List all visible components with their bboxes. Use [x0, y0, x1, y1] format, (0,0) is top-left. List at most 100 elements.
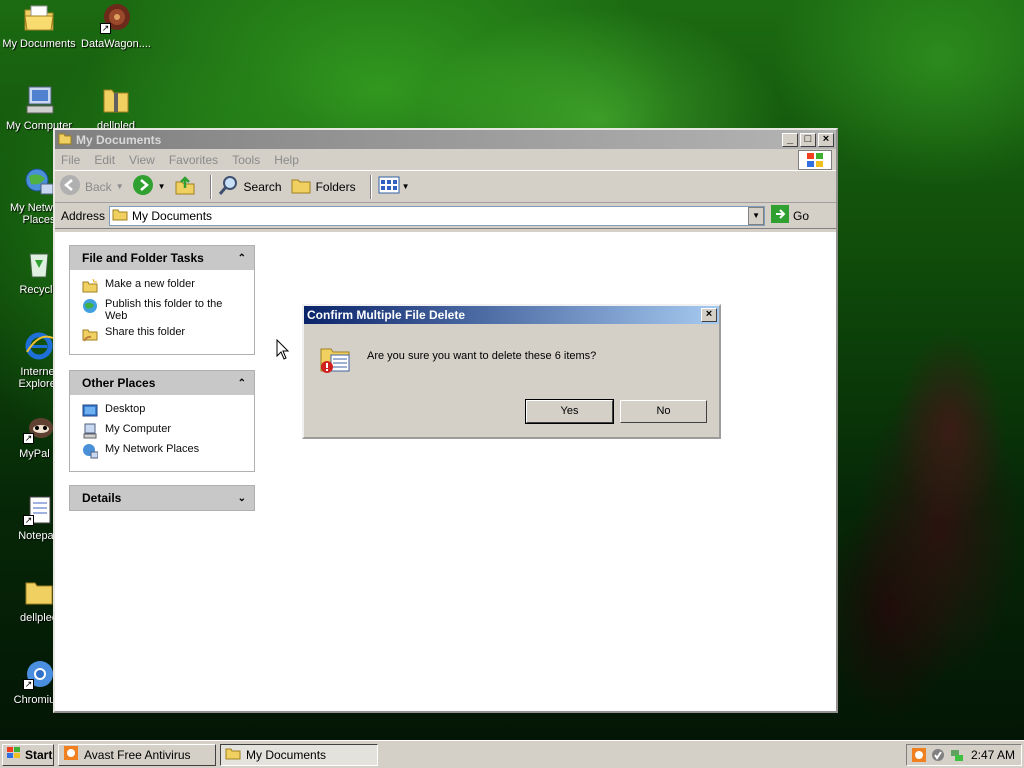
- address-input[interactable]: My Documents ▼: [109, 205, 766, 226]
- my-network-places-link[interactable]: My Network Places: [82, 443, 244, 459]
- back-arrow-icon: [59, 174, 81, 199]
- no-button[interactable]: No: [620, 400, 707, 423]
- network-tray-icon[interactable]: [949, 747, 965, 763]
- desktop-icon-dellpled-top[interactable]: dellpled: [78, 84, 154, 132]
- toolbar: Back ▼ ▼ Search Folders ▼: [55, 171, 836, 203]
- other-places-panel: Other Places ⌃ Desktop My Computer My Ne…: [69, 370, 255, 472]
- folders-icon: [290, 174, 312, 199]
- publish-folder-link[interactable]: Publish this folder to the Web: [82, 298, 244, 322]
- window-titlebar[interactable]: My Documents _ □ ×: [55, 130, 836, 149]
- forward-dropdown-icon[interactable]: ▼: [158, 182, 166, 191]
- folder-documents-small-icon: [112, 207, 128, 224]
- share-folder-link[interactable]: Share this folder: [82, 326, 244, 342]
- folder-taskbar-icon: [225, 745, 241, 764]
- taskbar: Start Avast Free Antivirus My Documents …: [0, 740, 1024, 768]
- address-label: Address: [61, 208, 106, 223]
- address-bar: Address My Documents ▼ Go: [55, 203, 836, 229]
- new-folder-icon: [82, 278, 98, 294]
- menu-bar: File Edit View Favorites Tools Help: [55, 149, 836, 171]
- shortcut-arrow-icon: ↗: [23, 515, 34, 526]
- system-tray: 2:47 AM: [906, 743, 1022, 766]
- details-panel-header[interactable]: Details ⌄: [70, 486, 254, 510]
- up-folder-icon: [174, 174, 196, 199]
- collapse-chevron-icon[interactable]: ⌃: [238, 253, 246, 264]
- address-value: My Documents: [132, 208, 213, 223]
- views-dropdown-icon: ▼: [401, 182, 410, 191]
- network-globe-icon: [23, 166, 55, 198]
- recycle-bin-icon: [23, 248, 55, 280]
- dialog-title: Confirm Multiple File Delete: [307, 308, 466, 322]
- menu-file[interactable]: File: [61, 153, 80, 167]
- computer-small-icon: [82, 423, 98, 439]
- maximize-button[interactable]: □: [800, 132, 816, 147]
- up-folder-button[interactable]: [174, 174, 196, 199]
- computer-icon: [23, 84, 55, 116]
- folders-button[interactable]: Folders: [290, 174, 356, 199]
- yes-button[interactable]: Yes: [525, 399, 614, 424]
- details-panel: Details ⌄: [69, 485, 255, 511]
- search-button[interactable]: Search: [218, 174, 282, 199]
- back-button[interactable]: Back ▼: [59, 174, 124, 199]
- shortcut-arrow-icon: ↗: [23, 433, 34, 444]
- zip-folder-icon: [100, 84, 132, 116]
- views-grid-icon: [378, 176, 400, 197]
- toolbar-separator: [369, 174, 372, 199]
- windows-logo-icon: [798, 149, 832, 170]
- dialog-titlebar[interactable]: Confirm Multiple File Delete ×: [304, 306, 719, 324]
- make-new-folder-link[interactable]: Make a new folder: [82, 278, 244, 294]
- taskbar-my-documents-button[interactable]: My Documents: [220, 743, 378, 766]
- mouse-cursor-icon: [276, 338, 290, 361]
- desktop-icon-my-computer[interactable]: My Computer: [1, 84, 77, 132]
- network-small-icon: [82, 443, 99, 459]
- desktop-icon-label: My Documents: [2, 38, 76, 50]
- avast-icon: [63, 745, 79, 764]
- datawagon-icon: ↗: [100, 2, 132, 34]
- desktop-icon-my-documents[interactable]: My Documents: [1, 2, 77, 50]
- menu-view[interactable]: View: [129, 153, 155, 167]
- clock[interactable]: 2:47 AM: [971, 748, 1015, 762]
- dialog-close-button[interactable]: ×: [701, 308, 717, 322]
- tasks-panel-header[interactable]: File and Folder Tasks ⌃: [70, 246, 254, 270]
- forward-button[interactable]: ▼: [132, 174, 166, 199]
- avast-tray-icon[interactable]: [911, 747, 927, 763]
- folder-documents-icon: [23, 2, 55, 34]
- expand-chevron-icon[interactable]: ⌄: [238, 493, 246, 504]
- desktop-link[interactable]: Desktop: [82, 403, 244, 419]
- my-computer-link[interactable]: My Computer: [82, 423, 244, 439]
- delete-folder-warning-icon: [319, 341, 353, 375]
- back-dropdown-icon[interactable]: ▼: [116, 182, 124, 191]
- desktop-icon-datawagon[interactable]: ↗ DataWagon....: [78, 2, 154, 50]
- internet-explorer-icon: [23, 330, 55, 362]
- file-folder-tasks-panel: File and Folder Tasks ⌃ Make a new folde…: [69, 245, 255, 355]
- share-folder-icon: [82, 326, 98, 342]
- go-button[interactable]: Go: [771, 205, 809, 226]
- forward-arrow-icon: [132, 174, 154, 199]
- go-arrow-icon: [771, 205, 790, 226]
- desktop-icon: [82, 403, 98, 419]
- folder-title-icon: [58, 131, 72, 148]
- menu-edit[interactable]: Edit: [94, 153, 115, 167]
- desktop-icon-label: DataWagon....: [81, 38, 151, 50]
- mypal-raccoon-icon: ↗: [23, 412, 55, 444]
- minimize-button[interactable]: _: [782, 132, 798, 147]
- menu-tools[interactable]: Tools: [232, 153, 260, 167]
- views-button[interactable]: ▼: [378, 176, 410, 197]
- windows-flag-icon: [6, 746, 22, 763]
- close-button[interactable]: ×: [818, 132, 834, 147]
- globe-publish-icon: [82, 298, 98, 314]
- menu-help[interactable]: Help: [274, 153, 299, 167]
- taskbar-avast-button[interactable]: Avast Free Antivirus: [58, 743, 216, 766]
- collapse-chevron-icon[interactable]: ⌃: [238, 378, 246, 389]
- dialog-message: Are you sure you want to delete these 6 …: [367, 350, 597, 362]
- address-dropdown-icon[interactable]: ▼: [748, 206, 765, 225]
- start-button[interactable]: Start: [2, 743, 54, 766]
- chromium-icon: ↗: [23, 658, 55, 690]
- tree-silhouette: [830, 230, 1024, 740]
- shield-tray-icon[interactable]: [930, 747, 946, 763]
- places-panel-header[interactable]: Other Places ⌃: [70, 371, 254, 395]
- window-title: My Documents: [76, 132, 162, 147]
- shortcut-arrow-icon: ↗: [100, 23, 111, 34]
- menu-favorites[interactable]: Favorites: [169, 153, 218, 167]
- search-icon: [218, 174, 240, 199]
- folder-icon: [23, 576, 55, 608]
